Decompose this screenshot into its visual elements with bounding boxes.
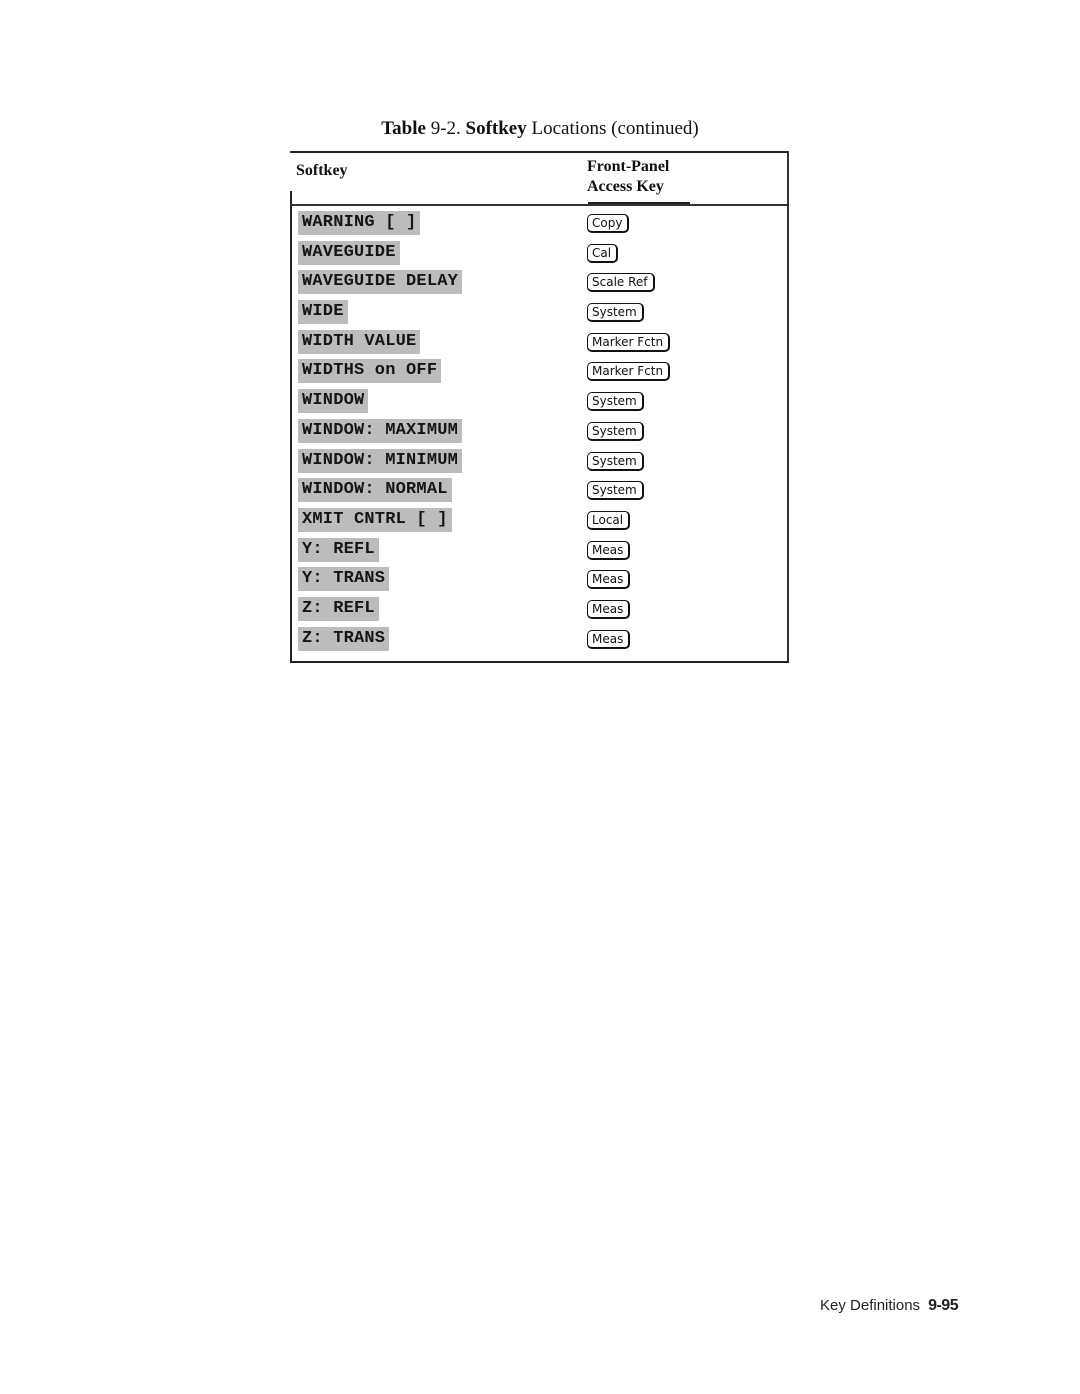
table-row: WARNING [ ] Copy: [290, 210, 789, 240]
softkey-label: Z: TRANS: [298, 626, 390, 651]
table-row: WIDE System: [290, 299, 789, 329]
table-row: WIDTHS on OFF Marker Fctn: [290, 358, 789, 388]
front-panel-key: System: [587, 421, 644, 441]
table-row: WINDOW: NORMAL System: [290, 477, 789, 507]
table-row: WINDOW: MAXIMUM System: [290, 418, 789, 448]
page-footer: Key Definitions 9-95: [820, 1297, 959, 1315]
front-panel-key: Scale Ref: [587, 273, 655, 293]
table-row: Y: REFL Meas: [290, 537, 789, 567]
header-divider: [290, 204, 789, 206]
front-panel-key: System: [587, 303, 644, 323]
front-panel-key: System: [587, 392, 644, 412]
page-number: 9-95: [928, 1297, 959, 1314]
front-panel-key: Cal: [587, 243, 619, 263]
softkey-label: WINDOW: [298, 389, 369, 414]
table-row: Z: TRANS Meas: [290, 626, 789, 656]
softkey-label: XMIT CNTRL [ ]: [298, 507, 452, 532]
softkey-locations-table: Softkey Front-Panel Access Key WARNING […: [290, 151, 789, 663]
column-header-access-line2: Access Key: [587, 178, 664, 195]
table-top-border: [290, 151, 789, 153]
softkey-label: WIDE: [298, 300, 348, 325]
caption-bold-word: Softkey: [465, 118, 527, 139]
softkey-label: Y: TRANS: [298, 567, 390, 592]
table-row: XMIT CNTRL [ ] Local: [290, 507, 789, 537]
softkey-label: WARNING [ ]: [298, 211, 421, 235]
softkey-label: WIDTHS on OFF: [298, 359, 442, 384]
front-panel-key: Marker Fctn: [587, 362, 671, 382]
header-underline: [588, 202, 690, 204]
column-header-access-line1: Front-Panel: [587, 158, 670, 175]
softkey-label: Z: REFL: [298, 596, 379, 621]
column-header-access-key: Front-Panel Access Key: [587, 157, 669, 197]
table-row: WIDTH VALUE Marker Fctn: [290, 329, 789, 359]
softkey-label: WIDTH VALUE: [298, 329, 421, 354]
caption-number: 9-2.: [430, 118, 461, 139]
table-bottom-border: [290, 661, 789, 663]
table-body: WARNING [ ] Copy WAVEGUIDE Cal WAVEGUIDE DEL…: [290, 210, 789, 655]
front-panel-key: System: [587, 481, 644, 501]
front-panel-key: Local: [587, 510, 631, 530]
front-panel-key: Meas: [587, 599, 631, 619]
front-panel-key: Copy: [587, 214, 630, 233]
table-caption: Table 9-2. Softkey Locations (continued): [0, 118, 1080, 140]
front-panel-key: Meas: [587, 629, 631, 649]
softkey-label: WINDOW: MAXIMUM: [298, 418, 463, 443]
front-panel-key: Meas: [587, 540, 631, 560]
column-header-softkey: Softkey: [296, 162, 348, 179]
softkey-label: WAVEGUIDE: [298, 240, 400, 265]
table-row: WINDOW System: [290, 388, 789, 418]
table-row: WINDOW: MINIMUM System: [290, 448, 789, 478]
front-panel-key: Meas: [587, 570, 631, 590]
caption-prefix: Table: [381, 118, 426, 139]
softkey-label: WINDOW: MINIMUM: [298, 448, 463, 473]
table-row: Y: TRANS Meas: [290, 566, 789, 596]
footer-section: Key Definitions: [820, 1297, 921, 1314]
caption-rest: Locations (continued): [531, 118, 699, 139]
softkey-label: WAVEGUIDE DELAY: [298, 270, 463, 295]
softkey-label: WINDOW: NORMAL: [298, 478, 452, 503]
table-row: WAVEGUIDE Cal: [290, 240, 789, 270]
front-panel-key: System: [587, 451, 644, 471]
table-row: WAVEGUIDE DELAY Scale Ref: [290, 269, 789, 299]
table-row: Z: REFL Meas: [290, 596, 789, 626]
front-panel-key: Marker Fctn: [587, 332, 671, 352]
softkey-label: Y: REFL: [298, 537, 379, 562]
